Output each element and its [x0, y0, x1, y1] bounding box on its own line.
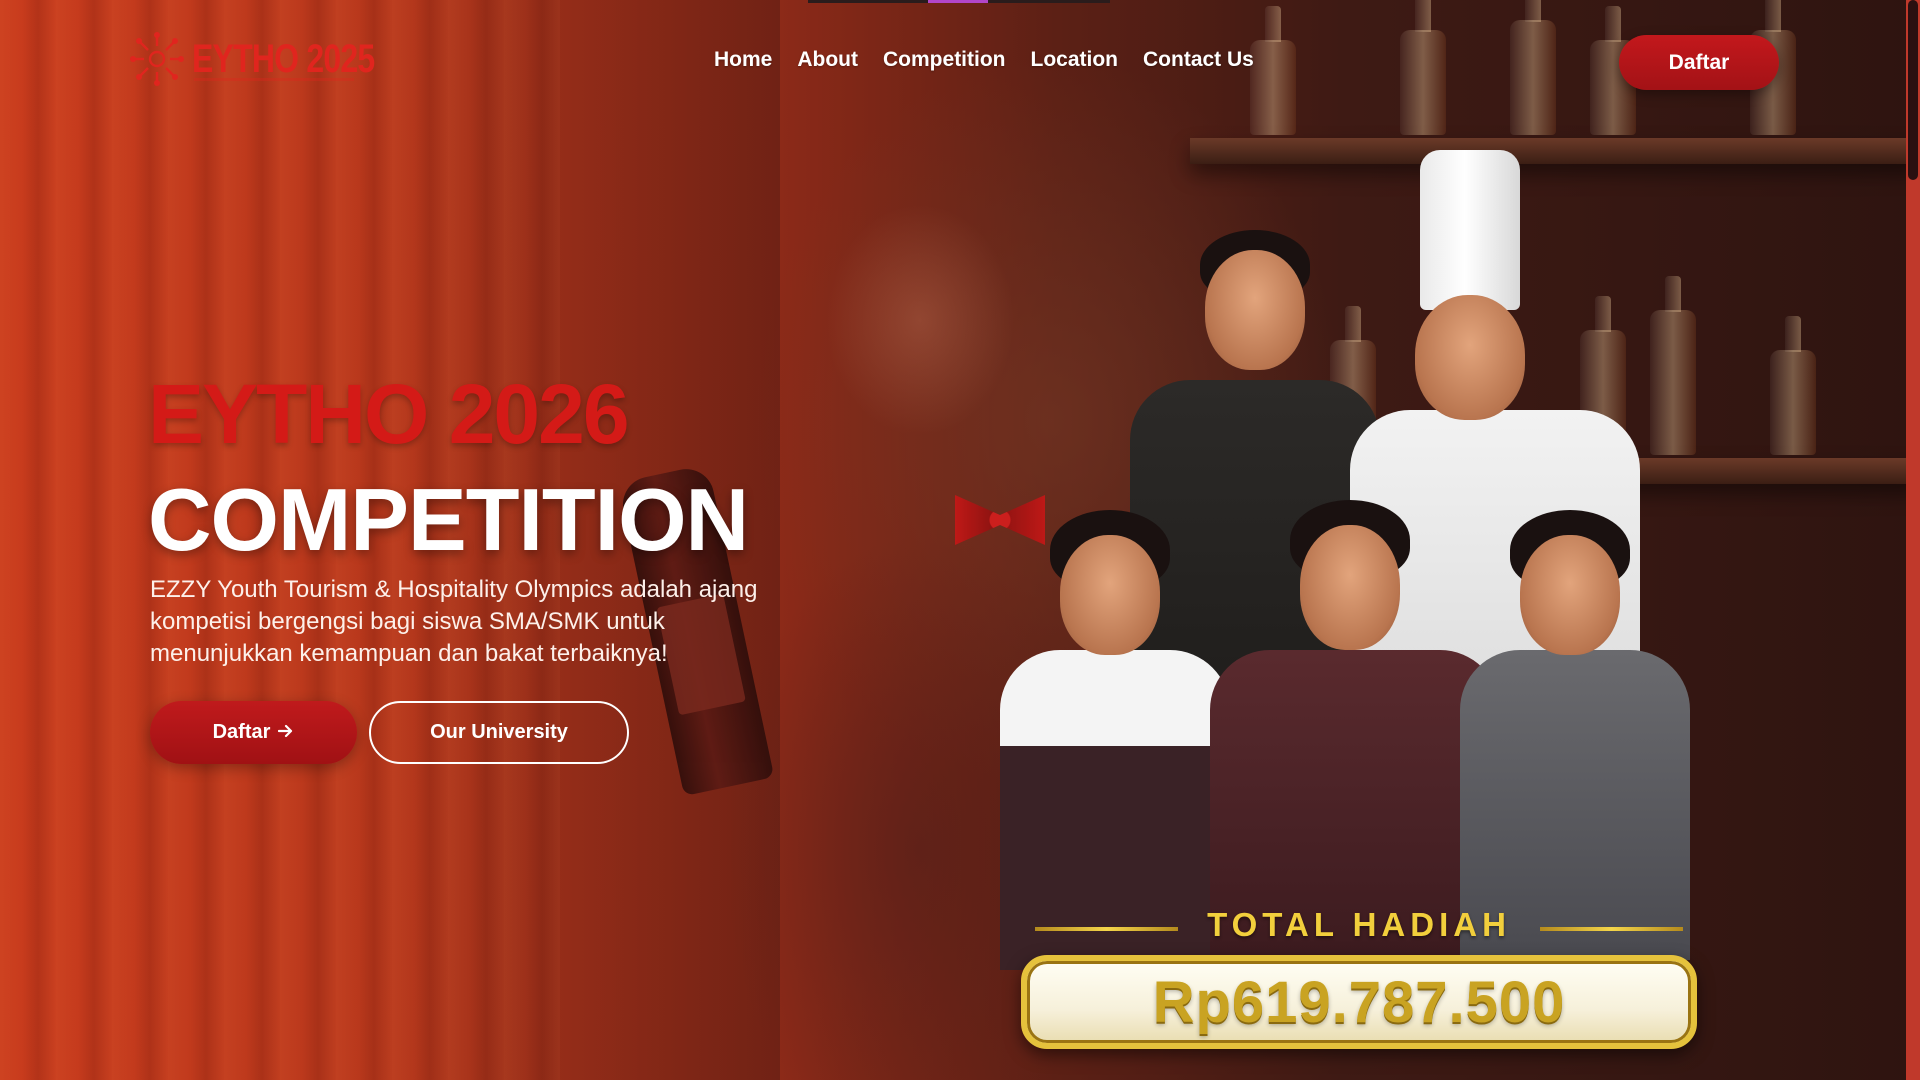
prize-title: TOTAL HADIAH [1207, 906, 1511, 943]
bottle-image [1770, 316, 1816, 455]
nav-location[interactable]: Location [1031, 48, 1119, 72]
bottle-image [1510, 0, 1556, 135]
main-nav: Home About Competition Location Contact … [714, 48, 1254, 72]
nav-contact-us[interactable]: Contact Us [1143, 48, 1254, 72]
top-progress-bar [808, 0, 1110, 3]
logo[interactable]: EYTHO 2025 [130, 32, 420, 86]
scrollbar-thumb[interactable] [1908, 0, 1918, 180]
hero-description: EZZY Youth Tourism & Hospitality Olympic… [150, 576, 758, 667]
page-scrollbar[interactable] [1906, 0, 1920, 1080]
nav-competition[interactable]: Competition [883, 48, 1005, 72]
prize-divider-left [1035, 927, 1178, 931]
hero-title-year: EYTHO 2026 [148, 367, 630, 461]
nav-home[interactable]: Home [714, 48, 772, 72]
logo-wordmark: EYTHO 2025 [192, 37, 375, 81]
bottle-image [1400, 0, 1446, 135]
prize-amount: Rp619.787.500 [1152, 969, 1566, 1035]
flower-logo-icon [130, 32, 184, 86]
daftar-button-label: Daftar [212, 721, 271, 743]
prize-divider-right [1540, 927, 1683, 931]
bottle-image [1250, 6, 1296, 135]
hero-title-competition: COMPETITION [148, 470, 749, 569]
logo-tagline-line [194, 78, 354, 81]
our-university-button[interactable]: Our University [369, 701, 629, 764]
daftar-button[interactable]: Daftar [150, 701, 357, 764]
students-group-photo [990, 150, 1710, 980]
prize-amount-box: Rp619.787.500 [1021, 955, 1697, 1049]
arrow-right-icon [278, 721, 294, 744]
nav-daftar-button[interactable]: Daftar [1619, 35, 1779, 90]
nav-about[interactable]: About [797, 48, 858, 72]
